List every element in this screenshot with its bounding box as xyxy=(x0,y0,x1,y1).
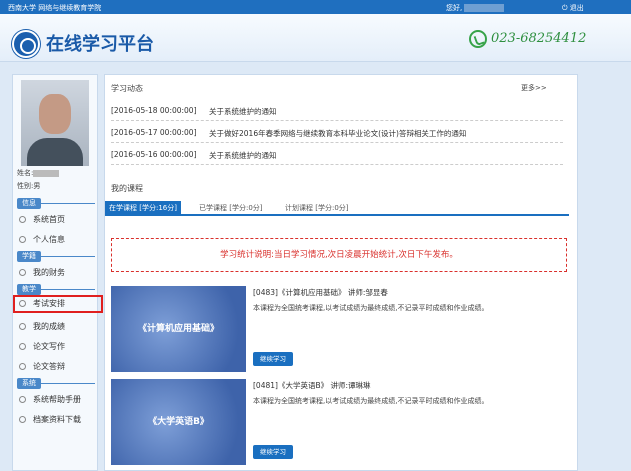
continue-learning-button[interactable]: 继续学习 xyxy=(253,445,293,459)
sidebar-item-finance[interactable]: 我的财务 xyxy=(19,266,95,280)
welcome-text: 您好, xyxy=(446,3,505,13)
course-cover[interactable]: 《计算机应用基础》 xyxy=(111,286,246,372)
logout-link[interactable]: ⏻ 退出 xyxy=(562,3,584,13)
phone-icon xyxy=(469,30,487,48)
course-card: 《计算机应用基础》 [0483]《计算机应用基础》 讲师:邹显春 本课程为全国统… xyxy=(111,286,569,372)
statistics-notice: 学习统计说明:当日学习情况,次日凌晨开始统计,次日下午发布。 xyxy=(111,238,567,272)
news-item[interactable]: [2016-05-16 00:00:00] 关于系统维护的通知 xyxy=(111,145,563,165)
news-title[interactable]: 关于做好2016年春季网络与继续教育本科毕业论文(设计)答辩相关工作的通知 xyxy=(209,128,466,139)
circle-bullet-icon xyxy=(19,416,26,423)
sidebar-item-help-manual[interactable]: 系统帮助手册 xyxy=(19,393,95,407)
section-header-info: 信息 xyxy=(17,198,41,209)
main-panel: 学习动态 更多>> [2016-05-18 00:00:00] 关于系统维护的通… xyxy=(104,74,578,471)
top-bar: 西南大学 网络与继续教育学院 您好, ⏻ 退出 xyxy=(0,0,631,14)
circle-bullet-icon xyxy=(19,396,26,403)
section-header-system: 系统 xyxy=(17,378,41,389)
section-divider xyxy=(41,289,95,290)
section-divider xyxy=(41,383,95,384)
courses-section-title: 我的课程 xyxy=(111,184,143,193)
news-title[interactable]: 关于系统维护的通知 xyxy=(209,150,277,161)
section-divider xyxy=(41,256,95,257)
news-date: [2016-05-16 00:00:00] xyxy=(111,150,197,159)
news-date: [2016-05-18 00:00:00] xyxy=(111,106,197,115)
school-name: 西南大学 网络与继续教育学院 xyxy=(8,4,102,12)
tab-completed-courses[interactable]: 已学课程 [学分:0分] xyxy=(195,201,267,216)
masked-name xyxy=(33,169,60,177)
section-header-status: 学籍 xyxy=(17,251,41,262)
tab-current-courses[interactable]: 在学课程 [学分:16分] xyxy=(105,201,181,216)
circle-bullet-icon xyxy=(19,343,26,350)
circle-bullet-icon xyxy=(19,236,26,243)
circle-bullet-icon xyxy=(19,216,26,223)
circle-bullet-icon xyxy=(19,269,26,276)
site-title: 在线学习平台 xyxy=(46,34,154,55)
sidebar-item-profile[interactable]: 个人信息 xyxy=(19,233,95,247)
course-title[interactable]: [0481]《大学英语B》 讲师:谭琳琳 xyxy=(253,380,371,391)
course-card: 《大学英语B》 [0481]《大学英语B》 讲师:谭琳琳 本课程为全国统考课程,… xyxy=(111,379,569,465)
user-gender: 性别:男 xyxy=(17,182,41,190)
news-section-title: 学习动态 xyxy=(111,84,143,93)
hotline-number: 023-68254412 xyxy=(491,31,587,46)
course-title[interactable]: [0483]《计算机应用基础》 讲师:邹显春 xyxy=(253,287,388,298)
sidebar-item-thesis-writing[interactable]: 论文写作 xyxy=(19,340,95,354)
sidebar-item-home[interactable]: 系统首页 xyxy=(19,213,95,227)
sidebar-item-thesis-defense[interactable]: 论文答辩 xyxy=(19,360,95,374)
news-item[interactable]: [2016-05-18 00:00:00] 关于系统维护的通知 xyxy=(111,101,563,121)
news-date: [2016-05-17 00:00:00] xyxy=(111,128,197,137)
sidebar: 姓名: 性别:男 信息 系统首页 个人信息 学籍 我的财务 教学 考试安排 我的… xyxy=(12,74,103,471)
news-item[interactable]: [2016-05-17 00:00:00] 关于做好2016年春季网络与继续教育… xyxy=(111,123,563,143)
section-header-teaching: 教学 xyxy=(17,284,41,295)
sidebar-item-my-grades[interactable]: 我的成绩 xyxy=(19,320,95,334)
more-news-link[interactable]: 更多>> xyxy=(521,83,547,93)
section-divider xyxy=(41,203,95,204)
masked-username xyxy=(464,4,505,12)
course-description: 本课程为全国统考课程,以考试成绩为最终成绩,不记录平时成绩和作业成绩。 xyxy=(253,397,489,405)
university-logo-icon xyxy=(12,30,40,58)
avatar xyxy=(21,80,89,166)
continue-learning-button[interactable]: 继续学习 xyxy=(253,352,293,366)
circle-bullet-icon xyxy=(19,323,26,330)
news-title[interactable]: 关于系统维护的通知 xyxy=(209,106,277,117)
course-description: 本课程为全国统考课程,以考试成绩为最终成绩,不记录平时成绩和作业成绩。 xyxy=(253,304,489,312)
sidebar-item-archive-download[interactable]: 档案资料下载 xyxy=(19,413,95,427)
user-name: 姓名: xyxy=(17,168,60,178)
course-cover[interactable]: 《大学英语B》 xyxy=(111,379,246,465)
tab-planned-courses[interactable]: 计划课程 [学分:0分] xyxy=(281,201,353,216)
course-tabs: 在学课程 [学分:16分] 已学课程 [学分:0分] 计划课程 [学分:0分] xyxy=(105,201,569,216)
circle-bullet-icon xyxy=(19,363,26,370)
circle-bullet-icon xyxy=(19,300,26,307)
sidebar-item-exam-schedule[interactable]: 考试安排 xyxy=(13,295,103,313)
